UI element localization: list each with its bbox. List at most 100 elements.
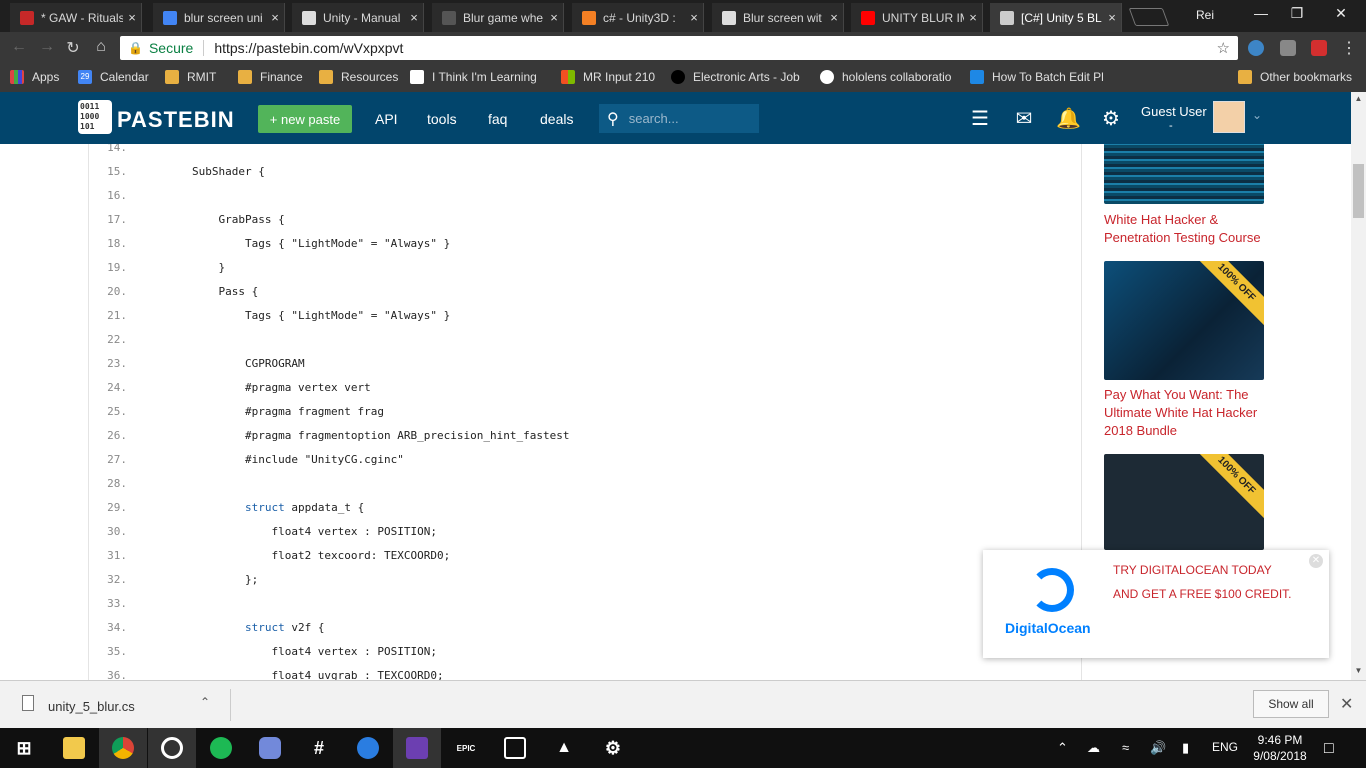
wifi-icon[interactable]: ≈ [1122, 740, 1129, 755]
extension-mail-icon[interactable] [1280, 40, 1296, 56]
language-indicator[interactable]: ENG [1212, 740, 1238, 754]
pastebin-logo-icon[interactable]: 0011 1000 101 [78, 100, 112, 134]
minimize-icon[interactable]: — [1246, 5, 1276, 21]
taskbar-chrome[interactable] [99, 728, 147, 768]
ad-hacker-course-image[interactable] [1104, 144, 1264, 204]
volume-icon[interactable]: 🔊 [1150, 740, 1166, 756]
extension-globe-icon[interactable] [1248, 40, 1264, 56]
digitalocean-message[interactable]: TRY DIGITALOCEAN TODAY AND GET A FREE $1… [1113, 558, 1313, 606]
taskbar-spotify[interactable] [197, 728, 245, 768]
profile-name[interactable]: Rei [1196, 8, 1214, 22]
line-number: 22. [107, 333, 127, 346]
browser-tab[interactable]: * GAW - Rituals × [10, 3, 142, 32]
ad-hacker-bundle-image[interactable]: 100% OFF [1104, 261, 1264, 380]
bell-icon[interactable]: 🔔 [1056, 106, 1081, 131]
taskbar-explorer[interactable] [50, 728, 98, 768]
code-text: Tags { "LightMode" = "Always" } [139, 309, 451, 322]
digitalocean-popup[interactable]: ✕ DigitalOcean TRY DIGITALOCEAN TODAY AN… [983, 550, 1329, 658]
close-tab-icon[interactable]: × [405, 10, 423, 25]
taskbar-epic[interactable]: EPIC [442, 728, 490, 768]
battery-icon[interactable]: ▮ [1182, 740, 1189, 756]
close-tab-icon[interactable]: × [266, 10, 284, 25]
bookmark-star-icon[interactable]: ☆ [1217, 39, 1230, 57]
ad-coding-image[interactable]: 100% OFF [1104, 454, 1264, 550]
close-icon[interactable]: ✕ [1340, 694, 1353, 714]
home-icon[interactable]: ⌂ [90, 38, 112, 56]
taskbar-settings[interactable]: ⚙ [589, 728, 637, 768]
start-button[interactable]: ⊞ [0, 728, 48, 768]
chevron-down-icon[interactable]: ⌄ [1252, 108, 1262, 122]
list-icon[interactable]: ☰ [968, 106, 992, 131]
bookmark-hololens[interactable]: hololens collaboratio [820, 70, 951, 84]
scroll-down-icon[interactable]: ▼ [1353, 666, 1364, 675]
nav-faq[interactable]: faq [488, 111, 507, 127]
browser-tab[interactable]: Blur screen wit × [712, 3, 844, 32]
page-scrollbar[interactable]: ▲ ▼ [1351, 92, 1366, 680]
slack-icon: # [313, 737, 324, 758]
taskbar-discord[interactable] [246, 728, 294, 768]
browser-tab[interactable]: c# - Unity3D : × [572, 3, 704, 32]
ad-hacker-bundle-link[interactable]: Pay What You Want: The Ultimate White Ha… [1104, 386, 1272, 440]
scroll-up-icon[interactable]: ▲ [1353, 94, 1364, 103]
chevron-up-icon[interactable]: ⌃ [200, 695, 210, 709]
menu-icon[interactable]: ⋮ [1338, 38, 1360, 58]
restore-icon[interactable]: ❐ [1282, 5, 1312, 22]
browser-tab[interactable]: [C#] Unity 5 BL × [990, 3, 1122, 32]
close-tab-icon[interactable]: × [825, 10, 843, 25]
chevron-up-icon[interactable]: ⌃ [1057, 740, 1068, 756]
nav-api[interactable]: API [375, 111, 398, 127]
taskbar-slack[interactable]: # [295, 728, 343, 768]
search-input[interactable]: ⚲ search... [599, 104, 759, 133]
bookmark-mr-input[interactable]: MR Input 210 [561, 70, 655, 84]
browser-tab[interactable]: Blur game whe × [432, 3, 564, 32]
pastebin-logo-text[interactable]: PASTEBIN [117, 107, 235, 133]
back-icon[interactable]: ← [8, 38, 30, 56]
bookmark-ea[interactable]: Electronic Arts - Job [671, 70, 800, 84]
close-window-icon[interactable]: ✕ [1326, 5, 1356, 22]
cloud-upload-icon[interactable]: ☁ [1087, 740, 1100, 756]
bookmark-batch-edit[interactable]: How To Batch Edit Pl [970, 70, 1104, 84]
ad-hacker-course-link[interactable]: White Hat Hacker & Penetration Testing C… [1104, 211, 1272, 247]
close-tab-icon[interactable]: × [964, 10, 982, 25]
close-tab-icon[interactable]: × [545, 10, 563, 25]
close-tab-icon[interactable]: × [685, 10, 703, 25]
forward-icon[interactable]: → [36, 38, 58, 56]
url-text[interactable]: https://pastebin.com/wVxpxpvt [214, 40, 403, 56]
taskbar-unity[interactable]: ▲ [540, 728, 588, 768]
extension-lastpass-icon[interactable] [1311, 40, 1327, 56]
gear-icon[interactable]: ⚙ [1099, 106, 1123, 131]
nav-deals[interactable]: deals [540, 111, 573, 127]
reload-icon[interactable]: ↻ [62, 38, 84, 58]
nav-tools[interactable]: tools [427, 111, 457, 127]
bookmark-rmit[interactable]: RMIT [165, 70, 216, 84]
bookmark-other[interactable]: Other bookmarks [1238, 70, 1352, 84]
guest-user-label[interactable]: Guest User [1141, 104, 1207, 119]
clock[interactable]: 9:46 PM 9/08/2018 [1252, 732, 1308, 764]
bookmark-learning[interactable]: I Think I'm Learning [410, 70, 537, 84]
new-tab-button[interactable] [1128, 8, 1170, 26]
close-tab-icon[interactable]: × [123, 10, 141, 25]
bookmark-apps[interactable]: Apps [10, 70, 59, 84]
new-paste-button[interactable]: + new paste [258, 105, 352, 133]
notification-icon[interactable]: □ [1324, 740, 1334, 758]
taskbar-visual-studio[interactable] [393, 728, 441, 768]
download-file-name[interactable]: unity_5_blur.cs [48, 699, 135, 714]
code-line: 17. GrabPass { [89, 208, 1081, 232]
line-number: 26. [107, 429, 127, 442]
browser-tab[interactable]: Unity - Manual × [292, 3, 424, 32]
show-all-button[interactable]: Show all [1253, 690, 1329, 718]
browser-tab[interactable]: blur screen uni × [153, 3, 285, 32]
mail-icon[interactable]: ✉ [1012, 106, 1036, 131]
taskbar-unity-hub[interactable] [491, 728, 539, 768]
taskbar-maps[interactable] [344, 728, 392, 768]
address-bar[interactable]: 🔒 Secure https://pastebin.com/wVxpxpvt ☆ [120, 36, 1238, 60]
scroll-thumb[interactable] [1353, 164, 1364, 218]
tab-title: [C#] Unity 5 BL [1021, 10, 1102, 25]
avatar[interactable] [1213, 101, 1245, 133]
taskbar-obs[interactable] [148, 728, 196, 768]
bookmark-finance[interactable]: Finance [238, 70, 303, 84]
bookmark-calendar[interactable]: 29 Calendar [78, 70, 149, 84]
browser-tab[interactable]: UNITY BLUR IM × [851, 3, 983, 32]
close-tab-icon[interactable]: × [1103, 10, 1121, 25]
bookmark-resources[interactable]: Resources [319, 70, 398, 84]
